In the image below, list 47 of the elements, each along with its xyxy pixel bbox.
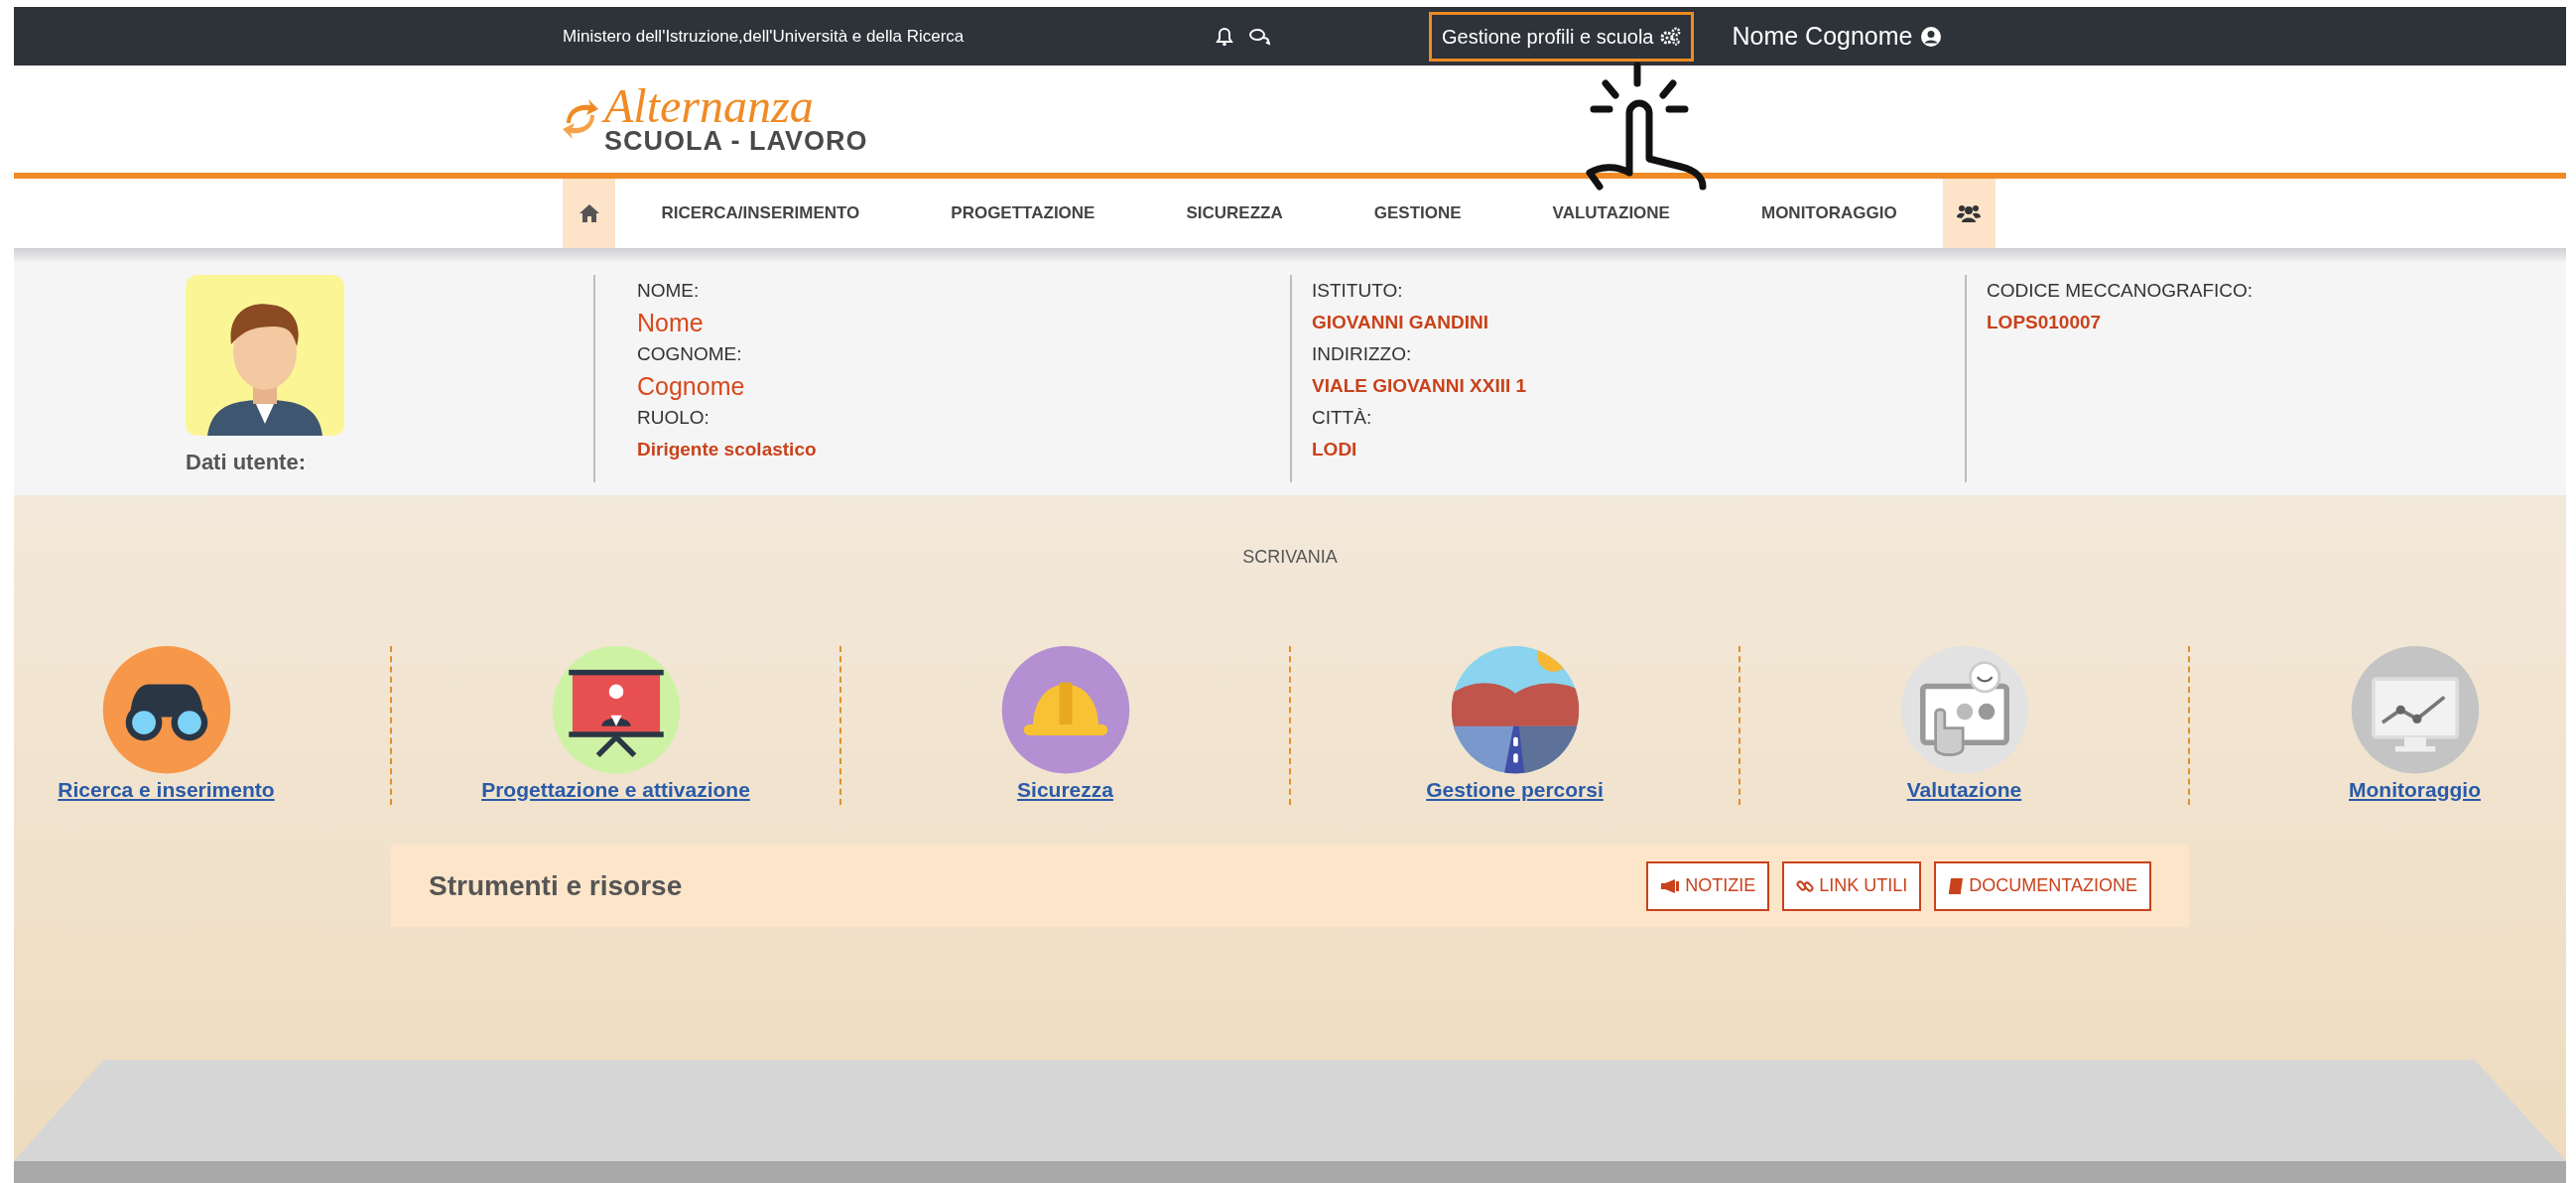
group-icon [1957,203,1982,223]
section-link[interactable]: Progettazione e attivazione [481,773,750,805]
megaphone-icon [1660,877,1681,894]
book-icon [1948,876,1965,895]
field-label: RUOLO: [637,406,710,430]
section-link[interactable]: Valutazione [1906,773,2022,805]
nav-link[interactable]: VALUTAZIONE [1506,179,1716,248]
field-value: LOPS010007 [1987,311,2103,334]
field-value: Dirigente scolastico [637,438,818,461]
tools-title: Strumenti e risorse [429,868,684,903]
home-icon [578,203,600,223]
home-tab[interactable] [563,179,616,248]
section-link[interactable]: Gestione percorsi [1426,773,1604,805]
field-label: COGNOME: [637,342,743,366]
section-link[interactable]: Sicurezza [1017,773,1113,805]
user-circle-icon[interactable] [1920,25,1943,48]
nav-link[interactable]: MONITORAGGIO [1715,179,1943,248]
user-data-caption: Dati utente: [186,449,306,476]
ministry-text: Ministero dell'Istruzione,dell'Università e della Ricerca [563,26,965,46]
nav-link[interactable]: SICUREZZA [1140,179,1329,248]
field-value: GIOVANNI GANDINI [1312,311,1490,334]
field-value: LODI [1312,438,1358,461]
gears-icon [1659,26,1682,47]
field-label: NOME: [637,279,701,303]
nav-link[interactable]: GESTIONE [1328,179,1507,248]
field-value: VIALE GIOVANNI XXIII 1 [1312,374,1528,398]
profile-settings-button[interactable]: Gestione profili e scuola [1429,11,1695,62]
tool-button[interactable]: DOCUMENTAZIONE [1934,860,2151,911]
chat-icon[interactable] [1248,27,1270,46]
section-link[interactable]: Monitoraggio [2349,773,2481,805]
nav-link[interactable]: PROGETTAZIONE [905,179,1141,248]
field-label: INDIRIZZO: [1312,342,1413,366]
avatar-icon [186,275,344,436]
section-link[interactable]: Ricerca e inserimento [58,773,275,805]
logo-subtitle: SCUOLA - LAVORO [604,127,868,155]
field-label: CODICE MECCANOGRAFICO: [1987,279,2254,303]
field-value: Nome [637,308,705,338]
nav-link[interactable]: RICERCA/INSERIMENTO [615,179,906,248]
tool-button[interactable]: NOTIZIE [1646,860,1770,911]
desk-title: SCRIVANIA [1242,546,1338,569]
group-tab[interactable] [1942,179,1996,248]
field-label: ISTITUTO: [1312,279,1404,303]
field-label: CITTÀ: [1312,406,1373,430]
bell-icon[interactable] [1215,26,1234,47]
user-name[interactable]: Nome Cognome [1732,17,1913,56]
field-value: Cognome [637,371,746,402]
tool-button[interactable]: LINK UTILI [1782,860,1922,911]
